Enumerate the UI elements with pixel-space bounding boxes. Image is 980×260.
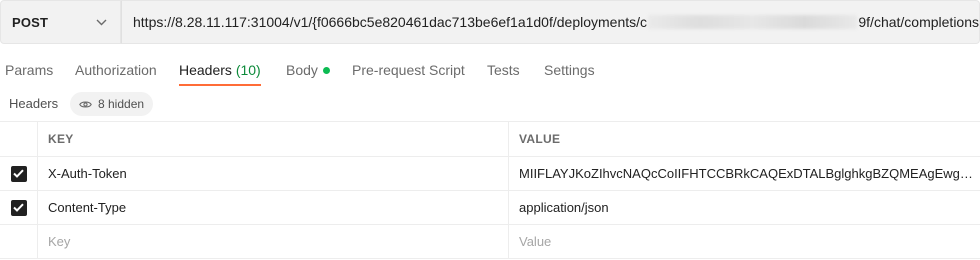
tab-params[interactable]: Params — [5, 52, 53, 88]
tab-label: Pre-request Script — [352, 62, 465, 78]
headers-subbar: Headers 8 hidden — [0, 92, 980, 116]
hidden-headers-toggle[interactable]: 8 hidden — [70, 92, 154, 116]
eye-icon — [79, 98, 92, 111]
table-row: X-Auth-Token MIIFLAYJKoZIhvcNAQcCoIIFHTC… — [0, 157, 980, 191]
column-header-key: KEY — [38, 122, 509, 156]
headers-section-title: Headers — [9, 96, 59, 111]
tab-label: Authorization — [75, 62, 157, 78]
row-check-cell — [0, 191, 38, 224]
method-select[interactable]: POST — [0, 0, 121, 44]
tab-tests[interactable]: Tests — [487, 52, 520, 88]
tab-label: Body — [286, 62, 318, 78]
header-value-input[interactable]: application/json — [509, 191, 980, 224]
table-row-new: Key Value — [0, 225, 980, 259]
request-tabs: Params Authorization Headers (10) Body P… — [0, 52, 980, 88]
header-key-input[interactable]: X-Auth-Token — [38, 157, 509, 190]
redacted-url-segment — [648, 15, 858, 29]
tab-pre-request-script[interactable]: Pre-request Script — [352, 52, 465, 88]
tab-label: Settings — [544, 62, 595, 78]
tab-headers[interactable]: Headers (10) — [179, 52, 261, 88]
new-key-input[interactable]: Key — [38, 225, 509, 258]
hidden-count-label: 8 hidden — [98, 97, 145, 111]
url-input[interactable]: https://8.28.11.117:31004/v1/{f0666bc5e8… — [121, 0, 980, 44]
headers-count: (10) — [235, 62, 261, 78]
tab-settings[interactable]: Settings — [544, 52, 595, 88]
url-prefix: https://8.28.11.117:31004/v1/{f0666bc5e8… — [133, 14, 648, 30]
url-suffix: 9f/chat/completions — [858, 14, 979, 30]
request-bar: POST https://8.28.11.117:31004/v1/{f0666… — [0, 0, 980, 46]
active-tab-indicator — [179, 84, 261, 86]
row-checkbox[interactable] — [10, 165, 27, 182]
header-value-input[interactable]: MIIFLAYJKoZIhvcNAQcCoIIFHTCCBRkCAQExDTAL… — [509, 157, 980, 190]
new-value-input[interactable]: Value — [509, 225, 980, 258]
tab-label: Tests — [487, 62, 520, 78]
chevron-down-icon — [94, 15, 108, 29]
row-check-cell — [0, 225, 38, 258]
header-value-text: application/json — [519, 200, 609, 215]
tab-body[interactable]: Body — [286, 52, 330, 88]
body-status-dot — [322, 67, 330, 74]
header-value-text: MIIFLAYJKoZIhvcNAQcCoIIFHTCCBRkCAQExDTAL… — [519, 166, 974, 181]
header-key-input[interactable]: Content-Type — [38, 191, 509, 224]
table-header-row: KEY VALUE — [0, 122, 980, 157]
method-label: POST — [12, 14, 49, 30]
tab-label: Params — [5, 62, 54, 78]
column-header-value: VALUE — [519, 132, 561, 146]
row-check-cell — [0, 157, 38, 190]
row-checkbox[interactable] — [10, 199, 27, 216]
checkmark-icon — [13, 169, 24, 178]
tab-authorization[interactable]: Authorization — [75, 52, 157, 88]
headers-table: KEY VALUE X-Auth-Token MIIFLAYJKoZIhvcNA… — [0, 121, 980, 259]
tab-label: Headers — [179, 62, 232, 78]
checkmark-icon — [13, 203, 24, 212]
header-check-cell — [0, 122, 38, 156]
table-row: Content-Type application/json — [0, 191, 980, 225]
